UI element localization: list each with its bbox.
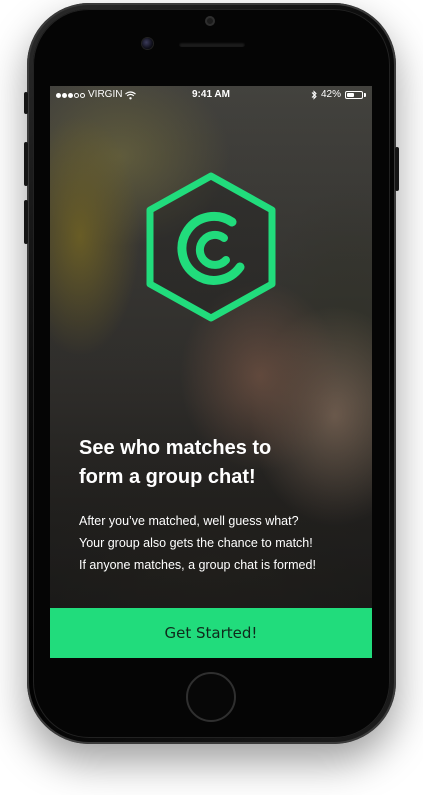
headline-line-1: See who matches to	[79, 437, 272, 459]
battery-tip	[364, 93, 366, 97]
status-right: 42%	[311, 86, 366, 104]
bluetooth-icon	[311, 90, 317, 100]
battery-percent: 42%	[320, 89, 341, 100]
hexagon-c-logo-icon	[146, 172, 276, 322]
earpiece-speaker	[179, 42, 245, 47]
home-button[interactable]	[186, 672, 236, 722]
app-screen: VIRGIN 9:41 AM 42% See who matches to fo…	[50, 86, 372, 658]
volume-up-button	[24, 142, 28, 186]
power-button	[395, 147, 399, 191]
battery-icon	[345, 91, 363, 99]
description-line-3: If anyone matches, a group chat is forme…	[79, 558, 316, 572]
headline-line-2: form a group chat!	[79, 466, 256, 488]
onboarding-description: After you’ve matched, well guess what? Y…	[79, 510, 369, 576]
front-camera-icon	[205, 16, 215, 26]
get-started-button[interactable]: Get Started!	[50, 608, 372, 658]
proximity-sensor-icon	[142, 38, 153, 49]
onboarding-headline: See who matches to form a group chat!	[79, 434, 349, 492]
volume-down-button	[24, 200, 28, 244]
description-line-1: After you’ve matched, well guess what?	[79, 514, 299, 528]
mute-switch	[24, 92, 28, 114]
battery-fill	[347, 93, 354, 97]
status-bar: VIRGIN 9:41 AM 42%	[50, 86, 372, 104]
description-line-2: Your group also gets the chance to match…	[79, 536, 313, 550]
